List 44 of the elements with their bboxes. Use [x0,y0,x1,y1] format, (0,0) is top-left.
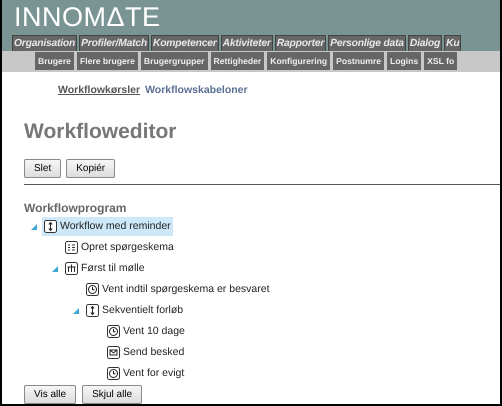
toolbar-button[interactable]: Kopiér [66,159,116,178]
subnav-tab[interactable]: XSL fo [424,52,458,70]
subnav-tab[interactable]: Rettigheder [210,52,264,70]
tree-item[interactable]: Vent indtil spørgeskema er besvaret [84,280,272,299]
clock-icon [86,283,99,296]
expanded-triangle-icon[interactable] [73,308,79,314]
subnav-tab[interactable]: Postnumre [333,52,384,70]
nav-tab[interactable]: Organisation [12,34,78,51]
tree-button[interactable]: Vis alle [24,385,76,404]
expanded-triangle-icon[interactable] [31,224,37,230]
subnav-tab[interactable]: Konfigurering [267,52,330,70]
tree-item[interactable]: Vent 10 dage [105,322,187,341]
subnav-tab[interactable]: Brugere [35,52,74,70]
nav-tab[interactable]: Dialog [408,34,442,51]
section-title: Workflowprogram [24,200,128,217]
form-icon [65,241,78,254]
subnav-tab[interactable]: Brugergrupper [140,52,208,70]
sequence-icon [44,220,57,233]
nav-tab[interactable]: Personlige data [328,34,406,51]
nav-tab[interactable]: Aktiviteter [220,34,273,51]
sequence-icon [86,304,99,317]
nav-tab[interactable]: Rapporter [274,34,326,51]
clock-icon [107,367,120,380]
tree-item[interactable]: Opret spørgeskema [63,238,176,257]
branch-icon [65,262,78,275]
clock-icon [107,325,120,338]
workflow-link[interactable]: Workflowkørsler [58,82,140,98]
envelope-icon [107,346,120,359]
logo: INNOMΔTE [14,4,161,31]
tree-item[interactable]: Workflow med reminder [42,217,173,236]
tree-item[interactable]: Send besked [105,343,186,362]
nav-tab[interactable]: Profiler/Match [79,34,149,51]
tree-item[interactable]: Vent for evigt [105,364,186,383]
workflow-link[interactable]: Workflowskabeloner [145,82,248,98]
tree-item[interactable]: Sekventielt forløb [84,301,186,320]
subnav-tab[interactable]: Logins [386,52,422,70]
tree-item[interactable]: Først til mølle [63,259,147,278]
nav-tab[interactable]: Kompetencer [150,34,219,51]
nav-tab[interactable]: Ku [444,34,462,51]
tree-button[interactable]: Skjul alle [82,385,142,404]
expanded-triangle-icon[interactable] [52,266,58,272]
subnav-tab[interactable]: Flere brugere [76,52,138,70]
toolbar-button[interactable]: Slet [24,159,62,178]
page-title: Workfloweditor [24,118,178,144]
